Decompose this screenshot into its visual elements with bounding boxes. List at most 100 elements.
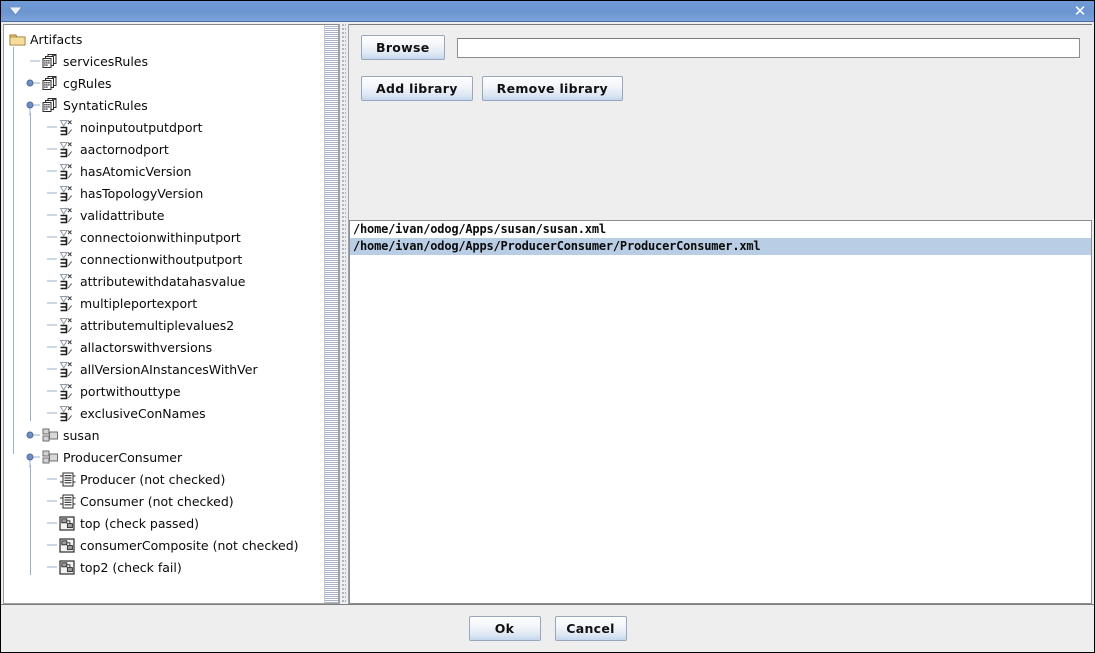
tree-leaf-connector bbox=[25, 50, 41, 72]
library-path-input[interactable] bbox=[456, 37, 1080, 58]
tree-node-label: top (check passed) bbox=[80, 515, 200, 531]
tree-node[interactable]: Artifacts bbox=[4, 28, 324, 50]
tree-node[interactable]: ProducerConsumer bbox=[4, 446, 324, 468]
tree-node[interactable]: top (check passed) bbox=[4, 512, 324, 534]
tree-guide-line bbox=[13, 47, 14, 454]
tree-node[interactable]: attributewithdatahasvalue bbox=[4, 270, 324, 292]
component-icon bbox=[58, 470, 76, 488]
tree-node[interactable]: allactorswithversions bbox=[4, 336, 324, 358]
tree-collapse-toggle[interactable] bbox=[25, 446, 41, 468]
tree-node[interactable]: cgRules bbox=[4, 72, 324, 94]
tree-leaf-connector bbox=[42, 512, 58, 534]
tree-node-label: allactorswithversions bbox=[80, 339, 213, 355]
tree-node[interactable]: hasAtomicVersion bbox=[4, 160, 324, 182]
tree-node[interactable]: Consumer (not checked) bbox=[4, 490, 324, 512]
close-icon[interactable]: ✕ bbox=[1069, 2, 1091, 20]
tree-node-label: servicesRules bbox=[63, 53, 149, 69]
tree-leaf-connector bbox=[42, 116, 58, 138]
tree-node[interactable]: noinputoutputdport bbox=[4, 116, 324, 138]
tree-node-label: exclusiveConNames bbox=[80, 405, 206, 421]
tree-node[interactable]: multipleportexport bbox=[4, 292, 324, 314]
tree-node[interactable]: top2 (check fail) bbox=[4, 556, 324, 578]
composite-icon bbox=[58, 514, 76, 532]
tree-leaf-connector bbox=[42, 226, 58, 248]
tree-expand-toggle[interactable] bbox=[25, 424, 41, 446]
artifact-tree[interactable]: Artifacts servicesRules cgRules SyntaticRul… bbox=[4, 25, 324, 603]
tree-node[interactable]: portwithouttype bbox=[4, 380, 324, 402]
tree-leaf-connector bbox=[42, 358, 58, 380]
tree-node[interactable]: SyntaticRules bbox=[4, 94, 324, 116]
tree-node[interactable]: hasTopologyVersion bbox=[4, 182, 324, 204]
tree-node-label: Producer (not checked) bbox=[80, 471, 226, 487]
dialog-footer: Ok Cancel bbox=[1, 604, 1094, 652]
tree-node[interactable]: susan bbox=[4, 424, 324, 446]
tree-node-label: hasTopologyVersion bbox=[80, 185, 204, 201]
library-panel: Browse Add library Remove library /home/… bbox=[349, 24, 1092, 604]
rule-icon bbox=[58, 404, 76, 422]
tree-leaf-connector bbox=[42, 138, 58, 160]
application-window: ✕ Artifacts servicesRules cgRules SyntaticR… bbox=[0, 0, 1095, 653]
tree-node[interactable]: connectionwithoutputport bbox=[4, 248, 324, 270]
tree-node[interactable]: attributemultiplevalues2 bbox=[4, 314, 324, 336]
tree-node[interactable]: Producer (not checked) bbox=[4, 468, 324, 490]
rule-icon bbox=[58, 360, 76, 378]
cancel-button[interactable]: Cancel bbox=[554, 616, 627, 641]
browse-button[interactable]: Browse bbox=[361, 35, 445, 60]
tree-leaf-connector bbox=[42, 314, 58, 336]
rule-icon bbox=[58, 272, 76, 290]
remove-library-button[interactable]: Remove library bbox=[481, 76, 623, 101]
ok-button[interactable]: Ok bbox=[468, 616, 541, 641]
tree-node[interactable]: consumerComposite (not checked) bbox=[4, 534, 324, 556]
library-list-item[interactable]: /home/ivan/odog/Apps/susan/susan.xml bbox=[350, 221, 1091, 238]
tree-node[interactable]: aactornodport bbox=[4, 138, 324, 160]
tree-leaf-connector bbox=[42, 182, 58, 204]
tree-node-label: susan bbox=[63, 427, 100, 443]
library-list[interactable]: /home/ivan/odog/Apps/susan/susan.xml/hom… bbox=[349, 220, 1092, 604]
tree-node-label: multipleportexport bbox=[80, 295, 198, 311]
tree-collapse-toggle[interactable] bbox=[25, 94, 41, 116]
tree-vertical-scrollbar[interactable] bbox=[324, 25, 338, 603]
tree-leaf-connector bbox=[42, 490, 58, 512]
tree-expand-toggle[interactable] bbox=[25, 72, 41, 94]
tree-node[interactable]: validattribute bbox=[4, 204, 324, 226]
rule-icon bbox=[58, 294, 76, 312]
rule-set-icon bbox=[41, 96, 59, 114]
tree-node[interactable]: connectoionwithinputport bbox=[4, 226, 324, 248]
tree-guide-line bbox=[30, 113, 31, 421]
rule-icon bbox=[58, 162, 76, 180]
add-library-button[interactable]: Add library bbox=[361, 76, 473, 101]
split-divider[interactable] bbox=[339, 24, 349, 604]
tree-leaf-connector bbox=[42, 204, 58, 226]
tree-node[interactable]: exclusiveConNames bbox=[4, 402, 324, 424]
tree-node-label: SyntaticRules bbox=[63, 97, 148, 113]
tree-node[interactable]: allVersionAInstancesWithVer bbox=[4, 358, 324, 380]
rule-set-icon bbox=[41, 74, 59, 92]
library-controls: Browse Add library Remove library bbox=[349, 24, 1092, 220]
tree-leaf-connector bbox=[42, 402, 58, 424]
tree-leaf-connector bbox=[42, 292, 58, 314]
tree-node[interactable]: servicesRules bbox=[4, 50, 324, 72]
rule-icon bbox=[58, 140, 76, 158]
tree-leaf-connector bbox=[42, 534, 58, 556]
rule-icon bbox=[58, 228, 76, 246]
composite-icon bbox=[58, 558, 76, 576]
browse-row: Browse bbox=[361, 35, 1080, 60]
tree-node-label: portwithouttype bbox=[80, 383, 181, 399]
library-list-item[interactable]: /home/ivan/odog/Apps/ProducerConsumer/Pr… bbox=[350, 238, 1091, 255]
chevron-down-icon[interactable] bbox=[7, 3, 23, 19]
tree-node-label: validattribute bbox=[80, 207, 165, 223]
